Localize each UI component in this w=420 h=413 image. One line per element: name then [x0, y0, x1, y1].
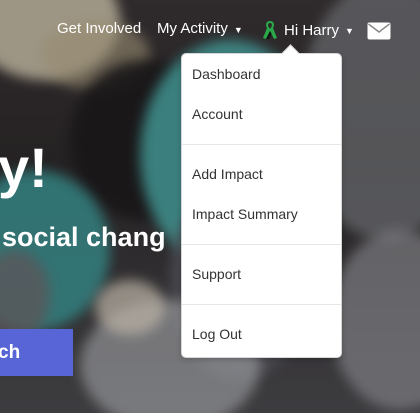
- user-dropdown-menu: Dashboard Account Add Impact Impact Summ…: [181, 53, 342, 358]
- menu-item-impact-summary[interactable]: Impact Summary: [192, 206, 298, 222]
- menu-divider: [182, 144, 341, 145]
- menu-divider: [182, 304, 341, 305]
- top-navigation: Get Involved My Activity ▼ Hi Harry ▼: [0, 20, 420, 44]
- menu-item-log-out[interactable]: Log Out: [192, 326, 242, 342]
- menu-item-account[interactable]: Account: [192, 106, 243, 122]
- menu-item-dashboard[interactable]: Dashboard: [192, 66, 261, 82]
- menu-item-support[interactable]: Support: [192, 266, 241, 282]
- nav-my-activity[interactable]: My Activity ▼: [157, 20, 243, 37]
- menu-item-add-impact[interactable]: Add Impact: [192, 166, 263, 182]
- hero-subtitle: social chang: [2, 222, 166, 252]
- menu-divider: [182, 244, 341, 245]
- hero-title: y!: [0, 136, 48, 199]
- hero-cta-button[interactable]: ch: [0, 329, 73, 376]
- nav-get-involved-label: Get Involved: [57, 20, 142, 37]
- envelope-icon[interactable]: [367, 22, 391, 40]
- nav-my-activity-label: My Activity: [157, 20, 228, 37]
- nav-user-menu[interactable]: Hi Harry ▼: [262, 20, 354, 40]
- chevron-down-icon: ▼: [233, 24, 243, 35]
- nav-get-involved[interactable]: Get Involved: [57, 20, 141, 37]
- awareness-ribbon-icon: [263, 21, 277, 39]
- user-greeting: Hi Harry: [284, 21, 339, 39]
- chevron-down-icon: ▼: [345, 26, 354, 36]
